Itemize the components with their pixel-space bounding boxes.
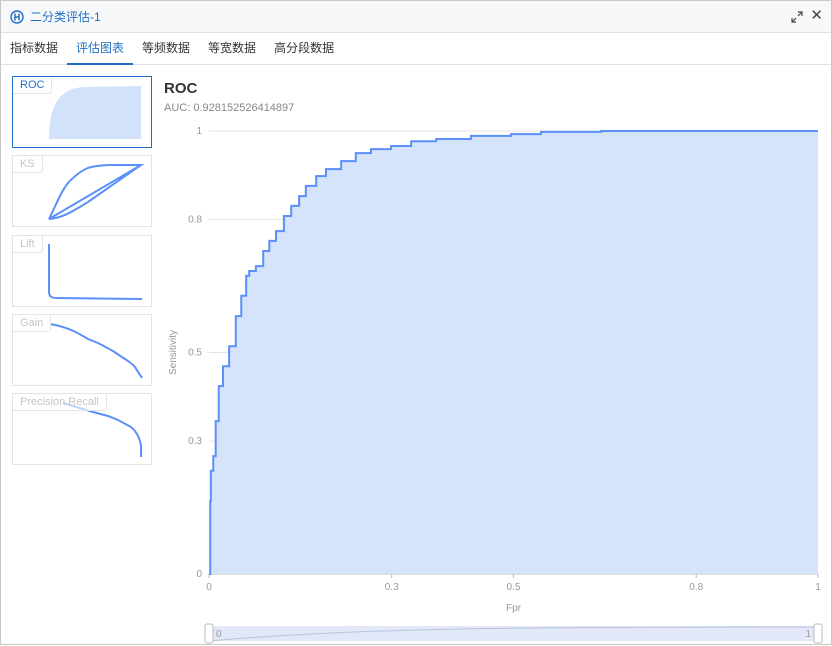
tab-metrics[interactable]: 指标数据: [1, 34, 67, 65]
thumbnail-ks[interactable]: KS: [12, 155, 152, 227]
x-axis-label: Fpr: [506, 603, 522, 614]
thumbnail-label: Gain: [13, 315, 52, 332]
tab-equal-width[interactable]: 等宽数据: [199, 34, 265, 65]
thumbnail-label: Precision Recall: [13, 394, 107, 411]
chart-title: ROC: [164, 80, 198, 97]
zoom-slider-start-label: 0: [216, 629, 222, 640]
close-icon[interactable]: ✕: [810, 8, 823, 24]
y-tick-label: 1: [196, 126, 202, 137]
x-tick-label: 1: [815, 582, 821, 593]
zoom-slider-handle-left[interactable]: [204, 623, 214, 644]
thumbnail-roc[interactable]: ROC: [12, 76, 152, 148]
y-tick-label: 0: [196, 569, 202, 580]
app-logo-icon: [10, 9, 24, 24]
roc-area: [209, 131, 818, 574]
x-tick-label: 0.3: [385, 582, 399, 593]
thumbnail-gain[interactable]: Gain: [12, 314, 152, 386]
x-tick-label: 0.5: [507, 582, 521, 593]
y-tick-label: 0.8: [188, 215, 202, 226]
y-axis-label: Sensitivity: [168, 330, 179, 375]
thumbnail-precision-recall[interactable]: Precision Recall: [12, 393, 152, 465]
roc-chart: 0 0.3 0.5 0.8 1 0 0.3 0.5 0.8 1 Fpr Sensitivity 0 1: [168, 126, 823, 644]
thumbnail-label: ROC: [13, 77, 53, 94]
tab-bar: 指标数据 评估图表 等频数据 等宽数据 高分段数据: [1, 34, 831, 65]
maximize-icon[interactable]: [791, 11, 803, 23]
x-tick-label: 0.8: [689, 582, 703, 593]
thumbnail-lift[interactable]: Lift: [12, 235, 152, 307]
auc-value: AUC: 0.928152526414897: [164, 102, 295, 114]
window-title: 二分类评估-1: [30, 10, 101, 24]
zoom-slider-end-label: 1: [805, 629, 811, 640]
tab-high-score[interactable]: 高分段数据: [265, 34, 343, 65]
thumbnail-label: Lift: [13, 236, 43, 253]
x-tick-label: 0: [206, 582, 212, 593]
window-titlebar: 二分类评估-1: [1, 1, 831, 33]
tab-equal-freq[interactable]: 等频数据: [133, 34, 199, 65]
tab-eval-charts[interactable]: 评估图表: [67, 34, 134, 65]
y-tick-label: 0.5: [188, 348, 202, 359]
thumbnail-label: KS: [13, 156, 43, 173]
zoom-slider-handle-right[interactable]: [813, 623, 823, 644]
y-tick-label: 0.3: [188, 436, 202, 447]
